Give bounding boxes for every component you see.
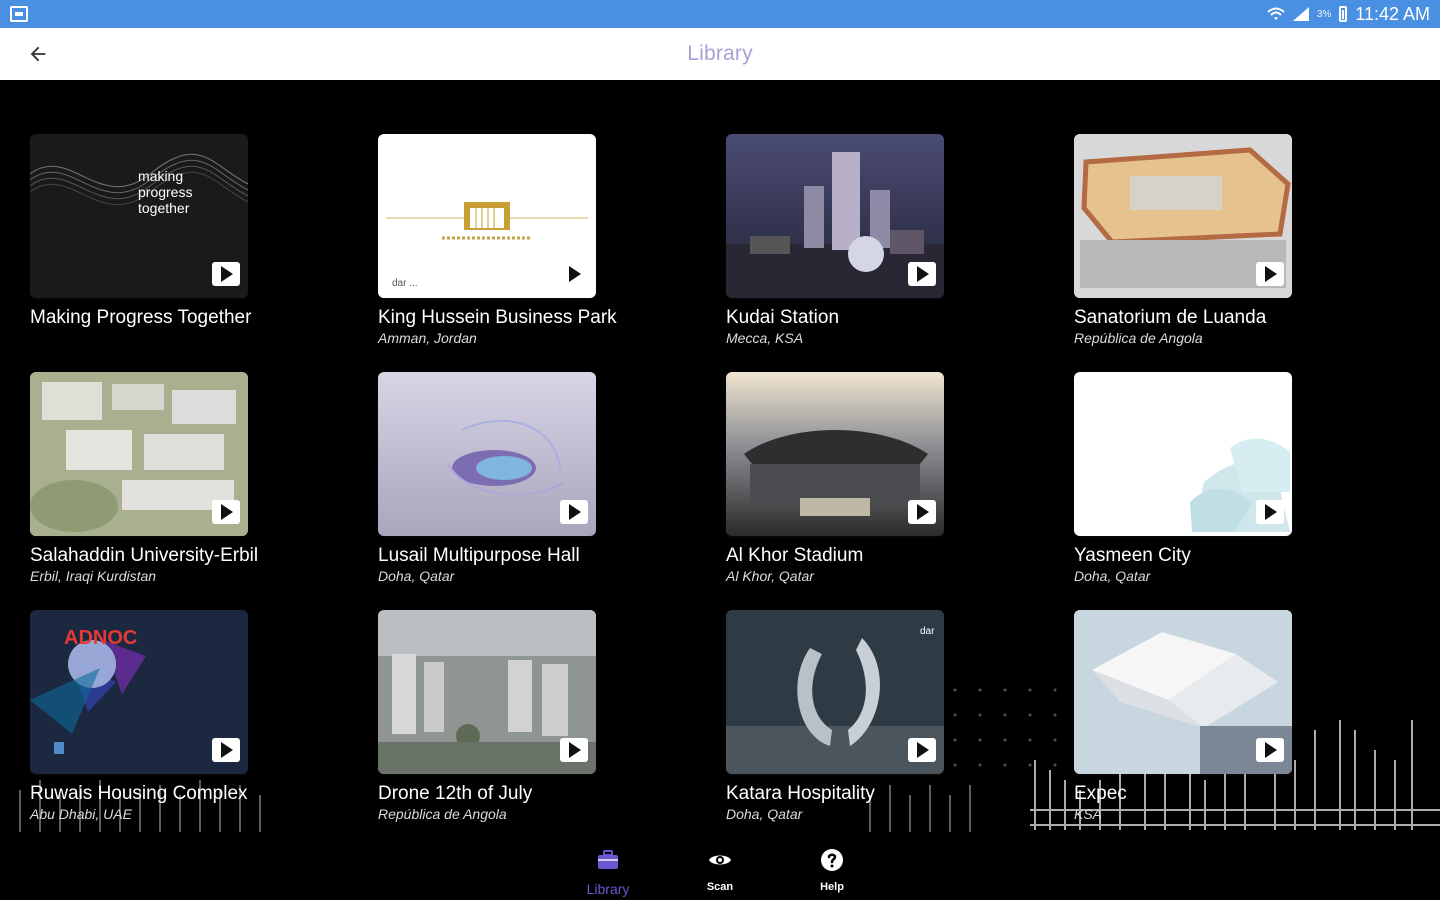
- play-icon[interactable]: [908, 262, 936, 286]
- nav-scan[interactable]: Scan: [680, 848, 760, 898]
- thumbnail-katara[interactable]: dar: [726, 610, 944, 774]
- library-card[interactable]: Kudai Station Mecca, KSA: [726, 134, 944, 347]
- thumbnail-yasmeen-city[interactable]: [1074, 372, 1292, 536]
- play-icon[interactable]: [908, 738, 936, 762]
- card-subtitle: Abu Dhabi, UAE: [30, 806, 132, 822]
- play-icon[interactable]: [1256, 500, 1284, 524]
- card-title: King Hussein Business Park: [378, 307, 617, 328]
- library-content[interactable]: making progress together Making Progress…: [0, 80, 1440, 840]
- library-card[interactable]: Yasmeen City Doha, Qatar: [1074, 372, 1292, 585]
- play-icon[interactable]: [212, 262, 240, 286]
- card-title: Lusail Multipurpose Hall: [378, 545, 580, 566]
- eye-icon: [709, 855, 731, 865]
- library-card[interactable]: Lusail Multipurpose Hall Doha, Qatar: [378, 372, 596, 585]
- library-card[interactable]: dar Katara Hospitality Doha, Qatar: [726, 610, 944, 823]
- thumbnail-salahaddin[interactable]: [30, 372, 248, 536]
- arrow-left-icon: [30, 46, 46, 62]
- battery-icon: [1339, 6, 1348, 22]
- thumb-text: making progress together: [138, 168, 193, 216]
- play-icon[interactable]: [212, 738, 240, 762]
- play-icon[interactable]: [560, 262, 588, 286]
- signal-icon: [1292, 7, 1309, 21]
- library-card[interactable]: ADNOC Ruwais Housing Complex Abu Dhabi, …: [30, 610, 248, 823]
- question-icon: [821, 849, 843, 871]
- library-card[interactable]: making progress together Making Progress…: [30, 134, 252, 329]
- card-title: Drone 12th of July: [378, 783, 533, 804]
- thumbnail-sanatorium[interactable]: [1074, 134, 1292, 298]
- card-title: Ruwais Housing Complex: [30, 783, 248, 804]
- card-title: Katara Hospitality: [726, 783, 875, 804]
- gallery-icon: [10, 6, 28, 22]
- card-subtitle: Erbil, Iraqi Kurdistan: [30, 568, 157, 584]
- thumbnail-lusail[interactable]: [378, 372, 596, 536]
- dar-logo-text: dar ...: [392, 278, 418, 289]
- thumbnail-al-khor[interactable]: [726, 372, 944, 536]
- status-bar: 3% 11:42 AM: [0, 0, 1440, 28]
- card-title: Sanatorium de Luanda: [1074, 307, 1267, 328]
- library-card[interactable]: Salahaddin University-Erbil Erbil, Iraqi…: [30, 372, 259, 585]
- nav-label: Library: [586, 881, 630, 897]
- app-bar: Library: [0, 28, 1440, 81]
- play-icon[interactable]: [212, 500, 240, 524]
- card-subtitle: República de Angola: [378, 806, 507, 822]
- wifi-icon: [1267, 7, 1285, 20]
- thumbnail-expec[interactable]: [1074, 610, 1292, 774]
- card-subtitle: República de Angola: [1074, 330, 1203, 346]
- adnoc-text: ADNOC: [64, 627, 138, 649]
- thumbnail-kudai-station[interactable]: [726, 134, 944, 298]
- play-icon[interactable]: [1256, 738, 1284, 762]
- card-title: Al Khor Stadium: [726, 545, 864, 566]
- card-subtitle: Doha, Qatar: [378, 568, 455, 584]
- nav-help[interactable]: Help: [792, 848, 872, 898]
- library-card[interactable]: Al Khor Stadium Al Khor, Qatar: [726, 372, 944, 585]
- library-card[interactable]: Drone 12th of July República de Angola: [378, 610, 596, 823]
- nav-label: Help: [820, 881, 844, 893]
- card-title: Yasmeen City: [1074, 545, 1191, 566]
- card-title: Making Progress Together: [30, 307, 252, 328]
- status-left: [10, 6, 28, 22]
- page-title: Library: [687, 42, 753, 65]
- thumbnail-ruwais[interactable]: ADNOC: [30, 610, 248, 774]
- thumbnail-drone-12th[interactable]: [378, 610, 596, 774]
- card-subtitle: Amman, Jordan: [378, 330, 477, 346]
- bottom-nav: Library Scan Help: [0, 840, 1440, 900]
- dar-logo-text: dar: [920, 626, 935, 637]
- play-icon[interactable]: [908, 500, 936, 524]
- card-subtitle: KSA: [1074, 806, 1103, 822]
- card-title: Kudai Station: [726, 307, 840, 328]
- card-title: Salahaddin University-Erbil: [30, 545, 259, 566]
- nav-label: Scan: [706, 881, 734, 893]
- thumbnail-king-hussein[interactable]: dar ...: [378, 134, 596, 298]
- battery-percent: 3%: [1316, 8, 1332, 20]
- card-subtitle: Doha, Qatar: [726, 806, 803, 822]
- nav-library[interactable]: Library: [568, 848, 648, 898]
- play-icon[interactable]: [1256, 262, 1284, 286]
- library-card[interactable]: Sanatorium de Luanda República de Angola: [1074, 134, 1292, 347]
- briefcase-icon: [598, 850, 618, 869]
- library-card[interactable]: Expec KSA: [1074, 610, 1292, 823]
- thumbnail-making-progress[interactable]: making progress together: [30, 134, 248, 298]
- status-right: 3% 11:42 AM: [1267, 4, 1430, 25]
- status-time: 11:42 AM: [1355, 3, 1430, 24]
- play-icon[interactable]: [560, 500, 588, 524]
- card-subtitle: Doha, Qatar: [1074, 568, 1151, 584]
- library-card[interactable]: dar ... King Hussein Business Park Amman…: [378, 134, 617, 347]
- card-title: Expec: [1074, 783, 1127, 804]
- card-subtitle: Mecca, KSA: [726, 330, 804, 346]
- card-subtitle: Al Khor, Qatar: [726, 568, 814, 584]
- back-button[interactable]: [22, 38, 54, 70]
- play-icon[interactable]: [560, 738, 588, 762]
- library-grid: making progress together Making Progress…: [30, 134, 1430, 840]
